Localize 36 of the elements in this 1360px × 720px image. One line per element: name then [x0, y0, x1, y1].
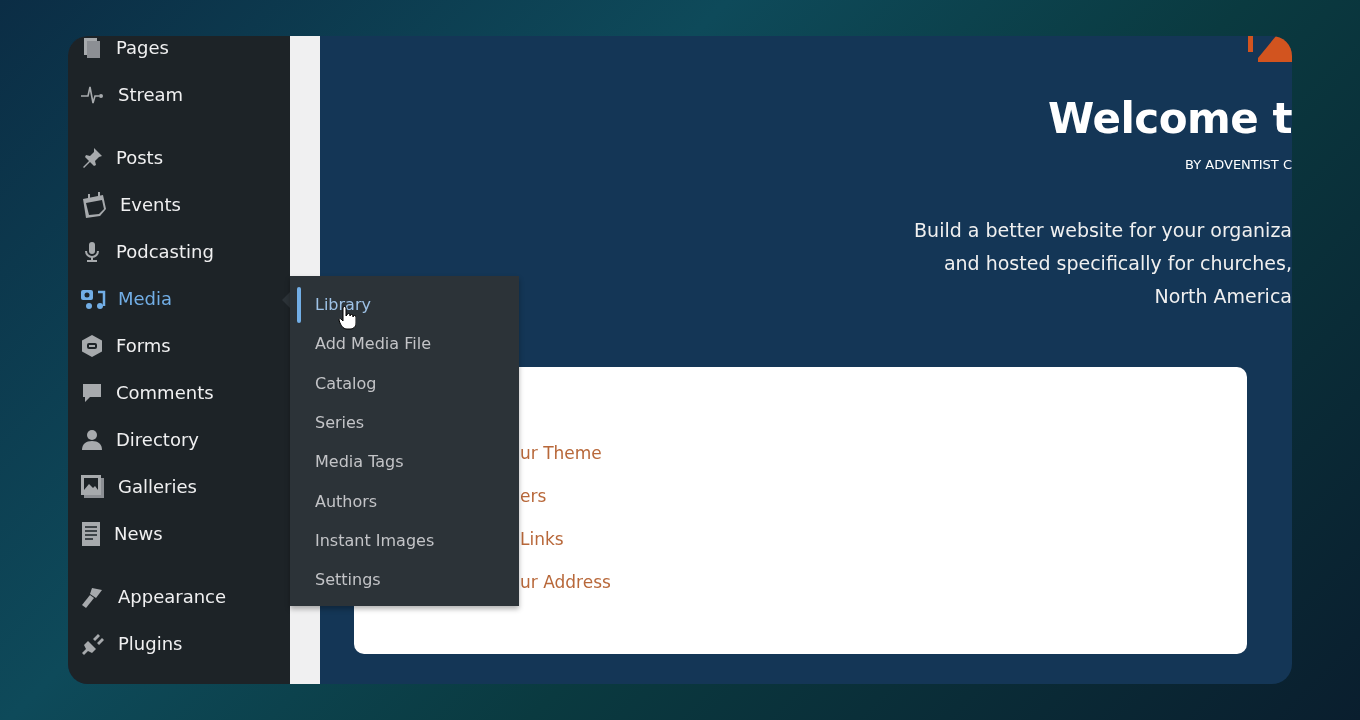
sidebar-item[interactable]: Media — [68, 275, 290, 322]
sidebar-item[interactable]: Galleries — [68, 463, 290, 510]
sidebar-item[interactable]: Appearance — [68, 573, 290, 620]
sidebar-item[interactable]: News — [68, 510, 290, 557]
submenu-item[interactable]: Authors — [290, 481, 519, 521]
sidebar-item[interactable]: Forms — [68, 322, 290, 369]
submenu-item[interactable]: Add Media File — [290, 324, 519, 364]
gallery-icon — [80, 473, 106, 500]
description-line: Build a better website for your organiza — [914, 218, 1292, 243]
submenu-item[interactable]: Series — [290, 402, 519, 443]
document-icon — [80, 520, 102, 547]
sidebar-item[interactable]: Stream — [68, 71, 290, 118]
forms-icon — [80, 333, 104, 358]
sidebar-item[interactable]: Pages — [68, 36, 290, 71]
sidebar-item[interactable]: Directory — [68, 416, 290, 463]
submenu-item[interactable]: Catalog — [290, 363, 519, 403]
logo-icon — [1246, 36, 1292, 62]
byline: BY ADVENTIST C — [1185, 157, 1292, 172]
card-link[interactable]: ur Address — [520, 570, 1247, 595]
sidebar-item[interactable]: Events — [68, 181, 290, 228]
description-line: North America — [1154, 284, 1292, 309]
submenu-item[interactable]: Media Tags — [290, 442, 519, 482]
submenu-item[interactable]: Library — [290, 285, 519, 325]
sidebar-item[interactable]: Posts — [68, 134, 290, 181]
sidebar-item[interactable]: Plugins — [68, 620, 290, 667]
card-link[interactable]: Links — [520, 527, 1247, 552]
welcome-title: Welcome t — [1048, 94, 1292, 143]
calendar-icon — [80, 190, 108, 219]
card-link[interactable]: ers — [520, 484, 1247, 509]
sidebar-item[interactable]: Comments — [68, 369, 290, 416]
submenu-item[interactable]: Settings — [290, 560, 519, 600]
submenu-item[interactable]: Instant Images — [290, 520, 519, 561]
card-link[interactable]: ur Theme — [520, 441, 1247, 466]
person-icon — [80, 427, 104, 452]
description-line: and hosted specifically for churches, — [943, 251, 1292, 276]
sidebar-item[interactable]: Podcasting — [68, 228, 290, 275]
